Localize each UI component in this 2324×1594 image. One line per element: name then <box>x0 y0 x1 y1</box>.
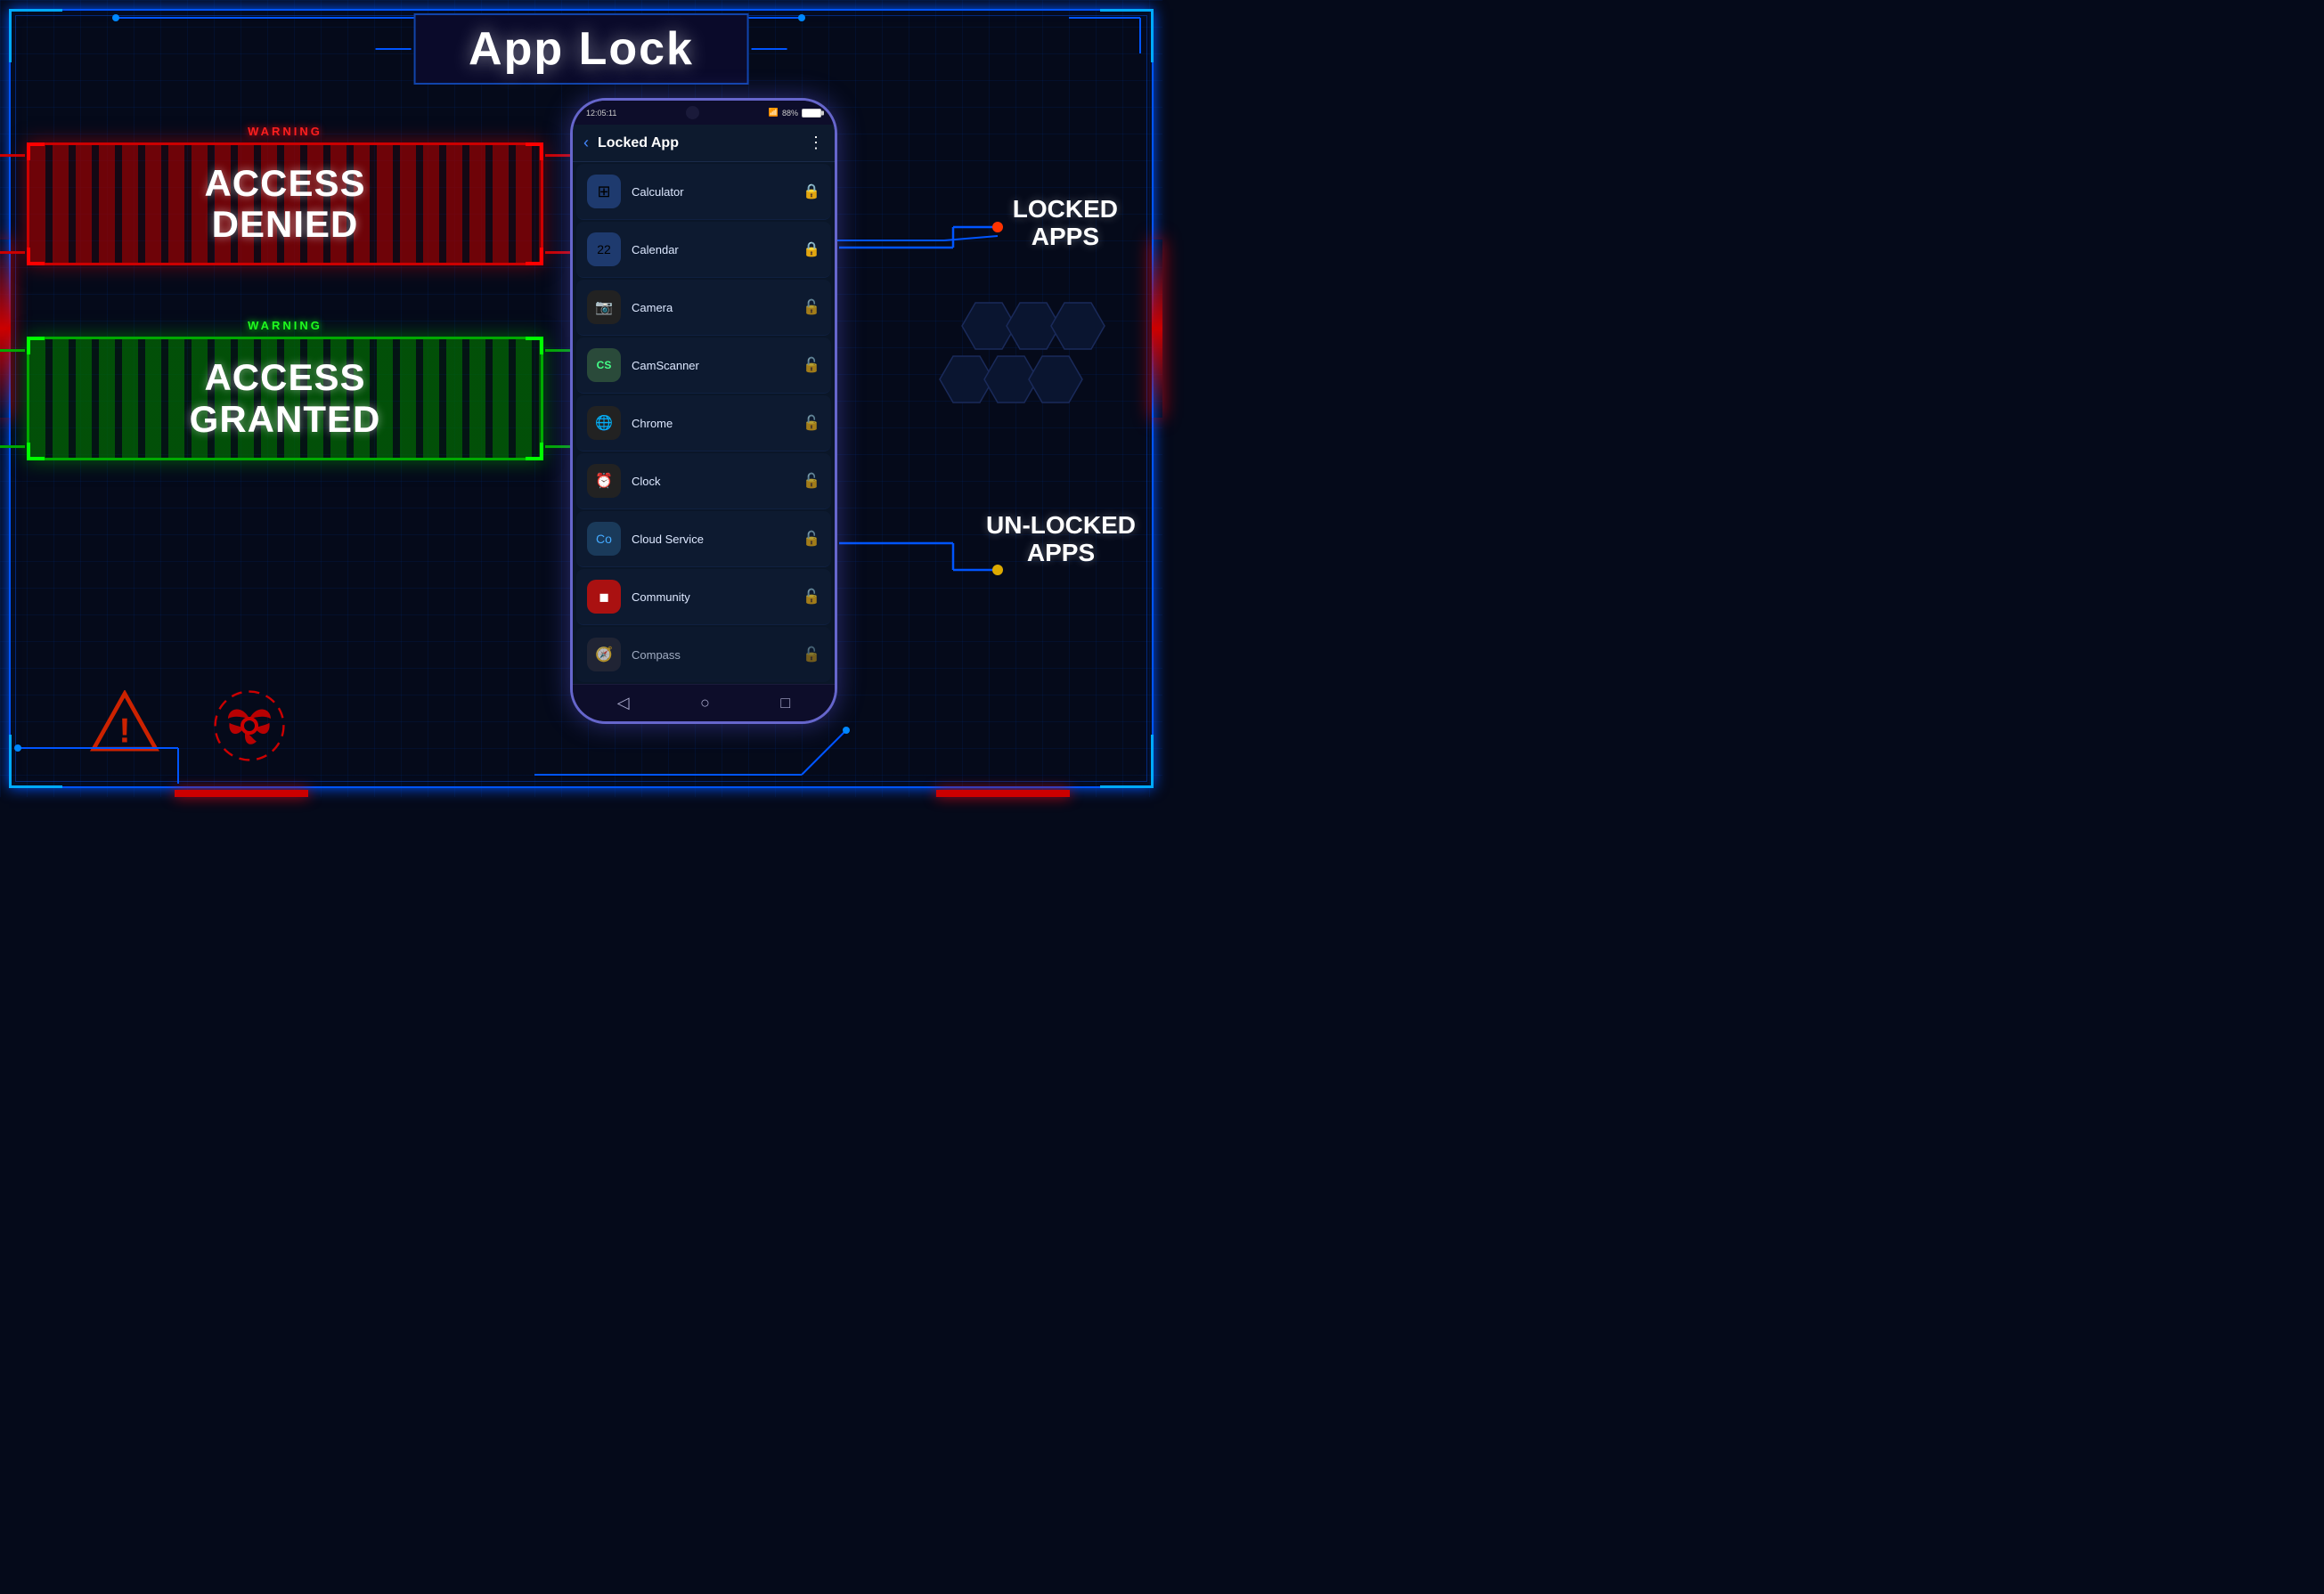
list-item[interactable]: 🧭 Compass 🔓 <box>576 627 831 682</box>
more-options-icon[interactable]: ⋮ <box>808 134 824 152</box>
list-item[interactable]: 📷 Camera 🔓 <box>576 280 831 336</box>
battery-text: 88% <box>782 109 798 118</box>
hex-decorations <box>935 294 1113 459</box>
lock-icon-cloudservice[interactable]: 🔓 <box>803 530 820 548</box>
app-icon-clock: ⏰ <box>587 464 621 498</box>
app-icon-compass: 🧭 <box>587 638 621 671</box>
list-item[interactable]: ◼ Community 🔓 <box>576 569 831 625</box>
lock-icon-calculator[interactable]: 🔒 <box>803 183 820 200</box>
app-name-calculator: Calculator <box>632 185 803 199</box>
nav-back-button[interactable]: ◁ <box>617 694 630 712</box>
lock-icon-clock[interactable]: 🔓 <box>803 472 820 490</box>
list-item[interactable]: ⏰ Clock 🔓 <box>576 453 831 509</box>
phone-time: 12:05:11 <box>586 109 616 118</box>
corner-tl <box>9 9 62 62</box>
back-button[interactable]: ‹ <box>583 134 589 152</box>
bracket-br-denied <box>526 248 543 265</box>
app-icon-community: ◼ <box>587 580 621 614</box>
corner-tr <box>1100 9 1154 62</box>
app-icon-camera: 📷 <box>587 290 621 324</box>
bracket-tr-granted <box>526 337 543 354</box>
list-item[interactable]: 🌐 Chrome 🔓 <box>576 395 831 451</box>
bracket-tl-granted <box>27 337 45 354</box>
bracket-br-granted <box>526 443 543 460</box>
unlocked-apps-label: UN-LOCKED APPS <box>986 512 1136 567</box>
access-granted-text: ACCESS GRANTED <box>56 357 514 439</box>
app-icon-chrome: 🌐 <box>587 406 621 440</box>
bracket-bl-denied <box>27 248 45 265</box>
corner-br <box>1100 735 1154 788</box>
app-name-community: Community <box>632 590 803 604</box>
list-item[interactable]: CS CamScanner 🔓 <box>576 338 831 394</box>
unlocked-apps-text-line1: UN-LOCKED <box>986 512 1136 540</box>
radiation-icon <box>214 690 285 761</box>
phone-frame: 12:05:11 📶 88% ‹ Locked App ⋮ <box>570 98 837 724</box>
main-container: App Lock WARNING ACCESS DENIED WARNING <box>0 0 1162 797</box>
nav-home-button[interactable]: ○ <box>700 694 710 712</box>
access-granted-section: WARNING ACCESS GRANTED <box>27 319 543 459</box>
phone-bottom-nav: ◁ ○ □ <box>573 684 835 721</box>
access-granted-box: ACCESS GRANTED <box>27 337 543 459</box>
app-icon-cloudservice: Co <box>587 522 621 556</box>
red-bottom-left <box>175 790 308 797</box>
left-panel: WARNING ACCESS DENIED WARNING <box>27 89 543 757</box>
warning-label-denied: WARNING <box>27 125 543 138</box>
list-item[interactable]: ⊞ Calculator 🔒 <box>576 164 831 220</box>
access-denied-section: WARNING ACCESS DENIED <box>27 125 543 265</box>
bracket-tr-denied <box>526 142 543 160</box>
red-right-accent <box>1152 240 1162 418</box>
app-icon-calendar: 22 <box>587 232 621 266</box>
app-name-cloudservice: Cloud Service <box>632 533 803 546</box>
lock-icon-compass[interactable]: 🔓 <box>803 646 820 663</box>
lock-icon-chrome[interactable]: 🔓 <box>803 414 820 432</box>
warning-triangle-icon: ! <box>89 690 160 752</box>
app-icon-calculator: ⊞ <box>587 175 621 208</box>
phone-app-list: ⊞ Calculator 🔒 22 Calendar 🔒 📷 Camera 🔓 … <box>573 162 835 684</box>
lock-icon-community[interactable]: 🔓 <box>803 588 820 606</box>
phone-status-bar: 12:05:11 📶 88% <box>573 101 835 125</box>
lock-icon-camscanner[interactable]: 🔓 <box>803 356 820 374</box>
phone-container: 12:05:11 📶 88% ‹ Locked App ⋮ <box>570 98 837 724</box>
phone-status-right: 📶 88% <box>769 108 821 118</box>
icons-bottom: ! <box>89 690 285 761</box>
access-denied-text: ACCESS DENIED <box>56 163 514 245</box>
app-name-clock: Clock <box>632 475 803 488</box>
app-name-compass: Compass <box>632 648 803 662</box>
app-name-camera: Camera <box>632 301 803 314</box>
red-bottom-right <box>936 790 1070 797</box>
lock-icon-camera[interactable]: 🔓 <box>803 298 820 316</box>
app-name-camscanner: CamScanner <box>632 359 803 372</box>
title-box: App Lock <box>413 13 749 85</box>
locked-apps-text-line1: LOCKED <box>1013 196 1118 224</box>
access-denied-box: ACCESS DENIED <box>27 142 543 265</box>
title-area: App Lock <box>413 13 749 85</box>
bracket-tl-denied <box>27 142 45 160</box>
hexagons-svg <box>935 294 1113 454</box>
list-item[interactable]: 22 Calendar 🔒 <box>576 222 831 278</box>
app-icon-camscanner: CS <box>587 348 621 382</box>
unlocked-apps-text-line2: APPS <box>986 540 1136 567</box>
app-name-chrome: Chrome <box>632 417 803 430</box>
app-title: App Lock <box>469 23 694 75</box>
phone-header: ‹ Locked App ⋮ <box>573 125 835 162</box>
nav-recent-button[interactable]: □ <box>780 694 790 712</box>
app-name-calendar: Calendar <box>632 243 803 256</box>
bracket-bl-granted <box>27 443 45 460</box>
locked-apps-text-line2: APPS <box>1013 224 1118 251</box>
warning-label-granted: WARNING <box>27 319 543 332</box>
locked-apps-label: LOCKED APPS <box>1013 196 1118 251</box>
battery-indicator <box>802 109 821 118</box>
lock-icon-calendar[interactable]: 🔒 <box>803 240 820 258</box>
phone-header-title: Locked App <box>598 135 808 151</box>
svg-text:!: ! <box>119 712 131 750</box>
list-item[interactable]: Co Cloud Service 🔓 <box>576 511 831 567</box>
